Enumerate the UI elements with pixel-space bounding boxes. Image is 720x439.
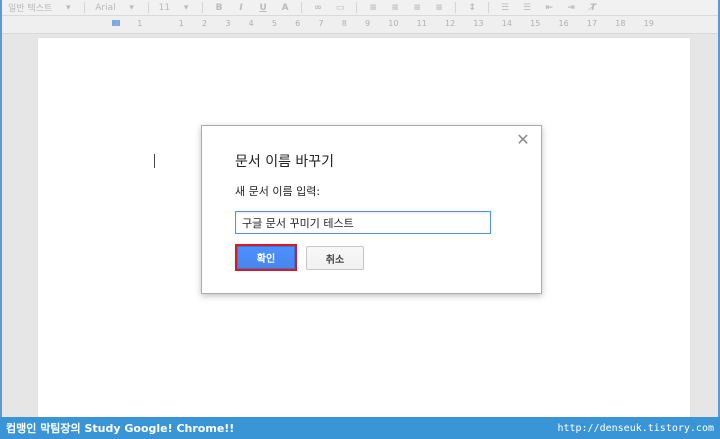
ok-button-highlight: 확인 — [235, 244, 297, 271]
ok-button[interactable]: 확인 — [237, 246, 295, 269]
watermark-banner: 컴맹인 막팀장의 Study Google! Chrome!! http://d… — [0, 417, 720, 439]
modal-overlay: ✕ 문서 이름 바꾸기 새 문서 이름 입력: 확인 취소 — [0, 0, 720, 439]
document-name-input[interactable] — [235, 211, 491, 234]
document-name-label: 새 문서 이름 입력: — [235, 185, 321, 198]
dialog-title: 문서 이름 바꾸기 — [235, 154, 335, 170]
close-icon[interactable]: ✕ — [515, 132, 531, 148]
banner-left-text: 컴맹인 막팀장의 Study Google! Chrome!! — [6, 422, 235, 435]
cancel-button[interactable]: 취소 — [306, 246, 364, 270]
banner-url: http://denseuk.tistory.com — [557, 422, 714, 434]
rename-document-dialog: ✕ 문서 이름 바꾸기 새 문서 이름 입력: 확인 취소 — [201, 125, 542, 294]
